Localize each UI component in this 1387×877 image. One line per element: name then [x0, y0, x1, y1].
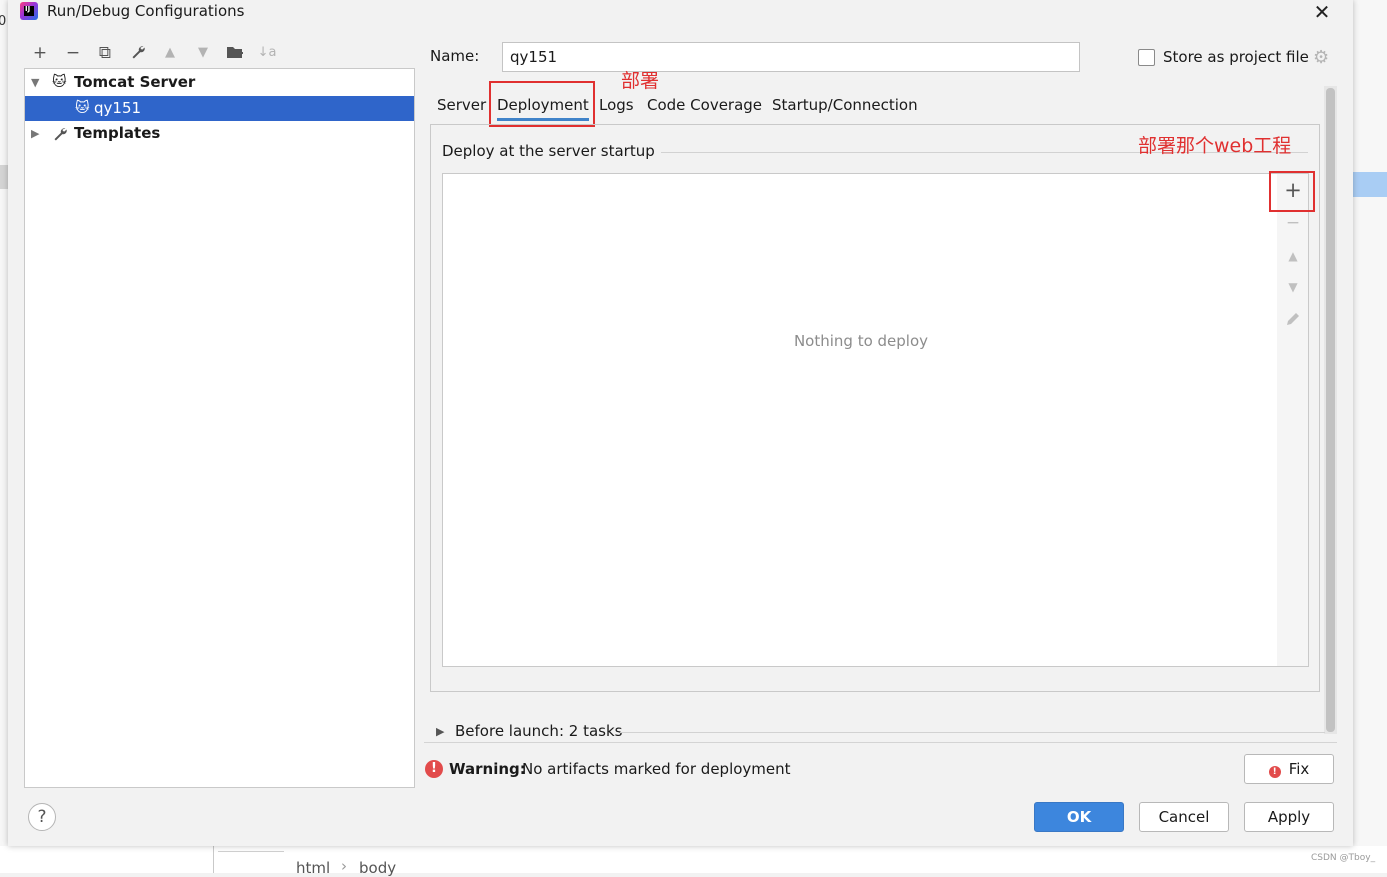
store-as-project-label[interactable]: Store as project file — [1163, 48, 1309, 66]
ok-button[interactable]: OK — [1034, 802, 1124, 832]
tab-logs[interactable]: Logs — [599, 95, 634, 121]
scrollbar-thumb[interactable] — [1326, 88, 1335, 732]
app-icon: IJ — [20, 2, 38, 20]
before-launch-expand-icon[interactable]: ▶ — [436, 725, 444, 738]
breadcrumb-html[interactable]: html — [296, 859, 330, 877]
run-debug-dialog: IJ Run/Debug Configurations ✕ + − ⧉ ▲ ▼ … — [8, 0, 1353, 846]
close-icon[interactable]: ✕ — [1311, 1, 1333, 23]
move-up-icon[interactable]: ▲ — [1282, 245, 1304, 267]
tree-node-qy151[interactable]: 🐱 qy151 — [25, 96, 414, 121]
arrow-up-icon[interactable]: ▲ — [159, 42, 181, 64]
wrench-icon[interactable] — [127, 42, 149, 64]
before-launch-label[interactable]: Before launch: 2 tasks — [455, 722, 622, 740]
sort-icon[interactable]: ↓a — [256, 42, 278, 64]
background-ide-segment — [218, 846, 284, 852]
fix-button[interactable]: ! Fix — [1244, 754, 1334, 784]
tab-startup-connection[interactable]: Startup/Connection — [772, 95, 918, 121]
watermark: CSDN @Tboy_ — [1311, 853, 1376, 863]
background-ide-right — [1353, 0, 1387, 873]
apply-button[interactable]: Apply — [1244, 802, 1334, 832]
title-bar: IJ Run/Debug Configurations ✕ — [8, 0, 1353, 26]
annotation-box-plus — [1269, 171, 1315, 212]
wrench-icon — [52, 126, 68, 151]
remove-icon[interactable]: − — [62, 42, 84, 64]
section-title: Deploy at the server startup — [442, 142, 661, 160]
bottom-divider — [424, 742, 1337, 743]
tree-node-tomcat-server[interactable]: ▼ 🐱 Tomcat Server — [25, 70, 414, 95]
warning-label: Warning: — [449, 760, 526, 778]
expanded-arrow-icon[interactable]: ▼ — [31, 70, 39, 95]
tomcat-icon: 🐱 — [52, 74, 67, 90]
annotation-deploy-web: 部署那个web工程 — [1138, 135, 1292, 157]
tab-server[interactable]: Server — [437, 95, 486, 121]
arrow-down-icon[interactable]: ▼ — [192, 42, 214, 64]
breadcrumb-body[interactable]: body — [359, 859, 396, 877]
config-tree: ▼ 🐱 Tomcat Server 🐱 qy151 ▶ Templates — [24, 68, 415, 788]
background-ide-left — [0, 0, 8, 873]
minus-icon[interactable]: − — [1282, 212, 1304, 234]
tomcat-server-label: Tomcat Server — [74, 73, 196, 91]
background-ide-divider — [213, 846, 214, 873]
error-icon: ! — [425, 760, 443, 778]
add-icon[interactable]: + — [29, 42, 51, 64]
move-down-icon[interactable]: ▼ — [1282, 276, 1304, 298]
gear-icon[interactable]: ⚙ — [1313, 47, 1329, 68]
tree-node-templates[interactable]: ▶ Templates — [25, 121, 414, 146]
collapsed-arrow-icon[interactable]: ▶ — [31, 121, 39, 146]
background-ide-marker — [0, 165, 8, 189]
folder-add-icon[interactable] — [224, 42, 246, 64]
deploy-list[interactable]: Nothing to deploy — [442, 173, 1278, 667]
pencil-icon[interactable] — [1282, 309, 1304, 331]
error-icon: ! — [1268, 766, 1281, 778]
fix-button-label: Fix — [1288, 760, 1310, 778]
cancel-button[interactable]: Cancel — [1139, 802, 1229, 832]
empty-state-text: Nothing to deploy — [793, 332, 929, 350]
qy151-label: qy151 — [94, 99, 142, 117]
before-launch-divider — [620, 732, 1325, 733]
tomcat-config-icon: 🐱 — [75, 100, 90, 116]
tab-code-coverage[interactable]: Code Coverage — [647, 95, 762, 121]
help-button[interactable]: ? — [28, 803, 56, 831]
background-ide-bottom — [0, 846, 1387, 873]
breadcrumb-separator: › — [341, 857, 347, 875]
window-title: Run/Debug Configurations — [47, 2, 245, 20]
annotation-deploy-tab: 部署 — [621, 70, 660, 92]
warning-text: No artifacts marked for deployment — [522, 760, 791, 778]
templates-label: Templates — [74, 124, 161, 142]
name-label: Name: — [430, 47, 480, 65]
name-input[interactable] — [502, 42, 1080, 72]
background-ide-selection — [1353, 172, 1387, 197]
background-ide-char: 0 — [0, 14, 7, 29]
store-as-project-checkbox[interactable] — [1138, 49, 1155, 66]
copy-icon[interactable]: ⧉ — [94, 42, 116, 64]
annotation-box-deployment-tab — [489, 81, 595, 127]
